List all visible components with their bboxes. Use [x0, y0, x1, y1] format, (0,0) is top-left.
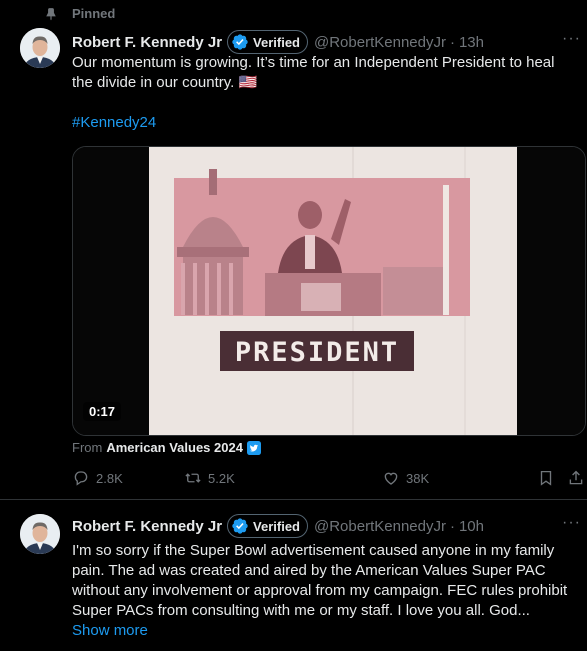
- pinned-indicator: Pinned: [44, 6, 115, 21]
- share-icon: [567, 469, 585, 487]
- verified-badge-icon: [231, 33, 249, 51]
- share-button[interactable]: [567, 469, 585, 487]
- author-name[interactable]: Robert F. Kennedy Jr: [72, 518, 222, 535]
- verified-label: Verified: [253, 518, 300, 534]
- avatar[interactable]: [20, 514, 60, 554]
- tweet[interactable]: Robert F. Kennedy Jr Verified @RobertKen…: [0, 500, 587, 651]
- verified-label: Verified: [253, 34, 300, 50]
- more-icon[interactable]: ···: [562, 514, 581, 532]
- repost-icon: [184, 469, 202, 487]
- action-bar: 2.8K 5.2K 38K: [72, 469, 587, 489]
- tweet-text: I'm so sorry if the Super Bowl advertise…: [72, 542, 568, 619]
- reply-button[interactable]: 2.8K: [72, 469, 123, 487]
- repost-count: 5.2K: [208, 470, 235, 486]
- tweet-header: Robert F. Kennedy Jr Verified @RobertKen…: [72, 514, 484, 538]
- reply-count: 2.8K: [96, 470, 123, 486]
- video-banner-text: PRESIDENT: [235, 337, 399, 368]
- more-icon[interactable]: ···: [562, 30, 581, 48]
- video-duration: 0:17: [83, 402, 122, 421]
- repost-button[interactable]: 5.2K: [184, 469, 235, 487]
- pinned-tweet[interactable]: Pinned Robert F. Kennedy Jr Verified @Ro…: [0, 0, 587, 500]
- author-handle[interactable]: @RobertKennedyJr: [314, 34, 446, 51]
- tweet-header: Robert F. Kennedy Jr Verified @RobertKen…: [72, 30, 484, 54]
- video-frame: PRESIDENT: [73, 147, 585, 435]
- bookmark-icon: [537, 469, 555, 487]
- verified-badge[interactable]: Verified: [227, 514, 308, 538]
- tweet-time[interactable]: 10h: [459, 518, 484, 535]
- video-player[interactable]: PRESIDENT 0:17: [72, 146, 586, 436]
- author-name[interactable]: Robert F. Kennedy Jr: [72, 34, 222, 51]
- reply-icon: [72, 469, 90, 487]
- bookmark-button[interactable]: [537, 469, 555, 487]
- verified-badge[interactable]: Verified: [227, 30, 308, 54]
- like-icon: [382, 469, 400, 487]
- like-count: 38K: [406, 470, 430, 486]
- separator-dot: ·: [449, 33, 455, 51]
- tweet-text: Our momentum is growing. It’s time for a…: [72, 54, 555, 91]
- separator-dot: ·: [449, 517, 455, 535]
- media-source: From American Values 2024: [72, 440, 261, 455]
- verified-badge-icon: [231, 517, 249, 535]
- source-account-link[interactable]: American Values 2024: [106, 440, 243, 455]
- avatar[interactable]: [20, 28, 60, 68]
- like-button[interactable]: 38K: [382, 469, 429, 487]
- hashtag-link[interactable]: #Kennedy24: [72, 114, 156, 131]
- tweet-hashtag[interactable]: #Kennedy24: [72, 113, 577, 133]
- source-badge-icon: [246, 440, 261, 455]
- author-handle[interactable]: @RobertKennedyJr: [314, 518, 446, 535]
- tweet-time[interactable]: 13h: [459, 34, 484, 51]
- pin-icon: [44, 7, 58, 21]
- pinned-label: Pinned: [72, 6, 116, 21]
- show-more-row[interactable]: Show more: [72, 621, 577, 641]
- show-more-link[interactable]: Show more: [72, 622, 148, 639]
- from-prefix: From: [72, 440, 103, 455]
